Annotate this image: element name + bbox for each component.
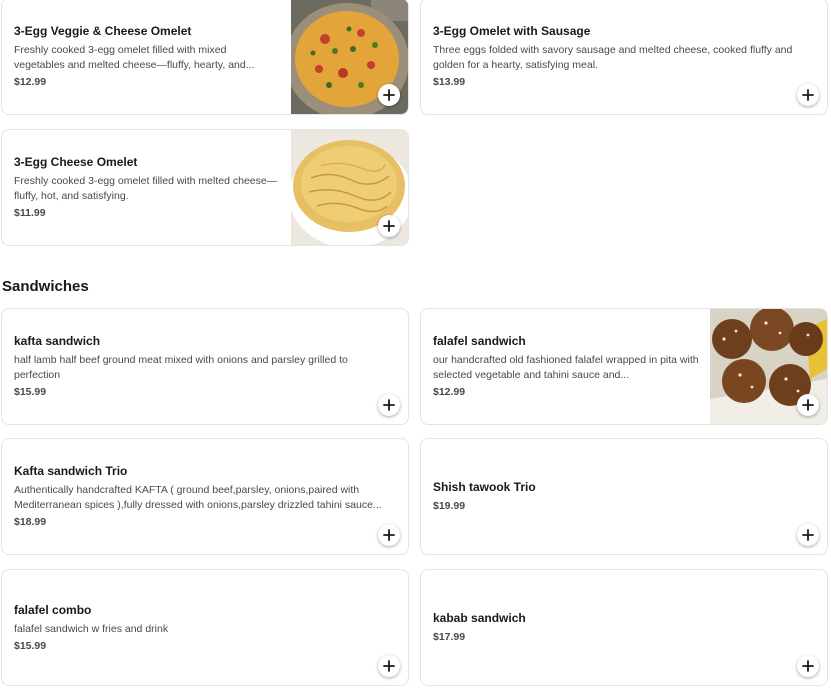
menu-item-info: Shish tawook Trio $19.99 <box>433 439 815 554</box>
menu-item-info: kafta sandwich half lamb half beef groun… <box>14 309 396 424</box>
menu-item-title: 3-Egg Omelet with Sausage <box>433 24 591 38</box>
menu-item-title: kabab sandwich <box>433 611 526 625</box>
menu-item-description: Three eggs folded with savory sausage an… <box>433 44 793 71</box>
add-item-button[interactable] <box>378 394 400 416</box>
menu-item-card[interactable]: 3-Egg Veggie & Cheese Omelet Freshly coo… <box>1 0 409 115</box>
menu-item-title: kafta sandwich <box>14 334 101 348</box>
add-item-button[interactable] <box>378 84 400 106</box>
menu-item-info: falafel sandwich our handcrafted old fas… <box>433 309 699 424</box>
plus-icon <box>383 529 395 541</box>
menu-item-price: $18.99 <box>14 516 47 528</box>
menu-item-info: Kafta sandwich Trio Authentically handcr… <box>14 439 396 554</box>
menu-item-title: Kafta sandwich Trio <box>14 464 128 478</box>
menu-item-description: our handcrafted old fashioned falafel wr… <box>433 354 699 381</box>
menu-item-info: 3-Egg Omelet with Sausage Three eggs fol… <box>433 0 815 114</box>
menu-item-card[interactable]: Shish tawook Trio $19.99 <box>420 438 828 555</box>
add-item-button[interactable] <box>797 655 819 677</box>
menu-item-title: falafel sandwich <box>433 334 526 348</box>
menu-item-card[interactable]: falafel combo falafel sandwich w fries a… <box>1 569 409 686</box>
add-item-button[interactable] <box>797 394 819 416</box>
menu-item-description: Freshly cooked 3-egg omelet filled with … <box>14 44 255 71</box>
plus-icon <box>802 529 814 541</box>
menu-item-price: $19.99 <box>433 500 466 512</box>
add-item-button[interactable] <box>378 215 400 237</box>
menu-item-title: Shish tawook Trio <box>433 480 536 494</box>
plus-icon <box>383 220 395 232</box>
menu-item-title: falafel combo <box>14 602 92 617</box>
menu-item-title: 3-Egg Veggie & Cheese Omelet <box>14 24 192 38</box>
plus-icon <box>802 399 814 411</box>
menu-item-price: $11.99 <box>14 207 46 219</box>
menu-item-description: Freshly cooked 3-egg omelet filled with … <box>14 175 278 202</box>
plus-icon <box>383 660 395 672</box>
menu-item-card[interactable]: falafel sandwich our handcrafted old fas… <box>420 308 828 425</box>
plus-icon <box>383 89 395 101</box>
add-item-button[interactable] <box>378 524 400 546</box>
menu-item-info: 3-Egg Veggie & Cheese Omelet Freshly coo… <box>14 0 280 114</box>
menu-item-description: falafel sandwich w fries and drink <box>14 622 169 635</box>
menu-item-price: $12.99 <box>14 76 47 88</box>
menu-item-card[interactable]: 3-Egg Omelet with Sausage Three eggs fol… <box>420 0 828 115</box>
menu-item-price: $13.99 <box>433 76 466 88</box>
plus-icon <box>802 660 814 672</box>
add-item-button[interactable] <box>797 524 819 546</box>
plus-icon <box>383 399 395 411</box>
add-item-button[interactable] <box>797 84 819 106</box>
menu-item-price: $15.99 <box>14 639 47 652</box>
menu-item-card[interactable]: kafta sandwich half lamb half beef groun… <box>1 308 409 425</box>
menu-item-card[interactable]: kabab sandwich $17.99 <box>420 569 828 686</box>
menu-item-info: falafel combo falafel sandwich w fries a… <box>14 570 396 685</box>
menu-item-info: kabab sandwich $17.99 <box>433 570 815 685</box>
add-item-button[interactable] <box>378 655 400 677</box>
menu-item-price: $12.99 <box>433 386 466 398</box>
plus-icon <box>802 89 814 101</box>
section-heading-sandwiches: Sandwiches <box>2 278 89 295</box>
menu-item-info: 3-Egg Cheese Omelet Freshly cooked 3-egg… <box>14 130 280 245</box>
menu-item-card[interactable]: Kafta sandwich Trio Authentically handcr… <box>1 438 409 555</box>
menu-item-description: Authentically handcrafted KAFTA ( ground… <box>14 484 382 511</box>
menu-item-price: $17.99 <box>433 631 466 643</box>
menu-item-title: 3-Egg Cheese Omelet <box>14 155 138 169</box>
menu-item-card[interactable]: 3-Egg Cheese Omelet Freshly cooked 3-egg… <box>1 129 409 246</box>
menu-item-price: $15.99 <box>14 386 47 398</box>
menu-item-description: half lamb half beef ground meat mixed wi… <box>14 354 348 381</box>
